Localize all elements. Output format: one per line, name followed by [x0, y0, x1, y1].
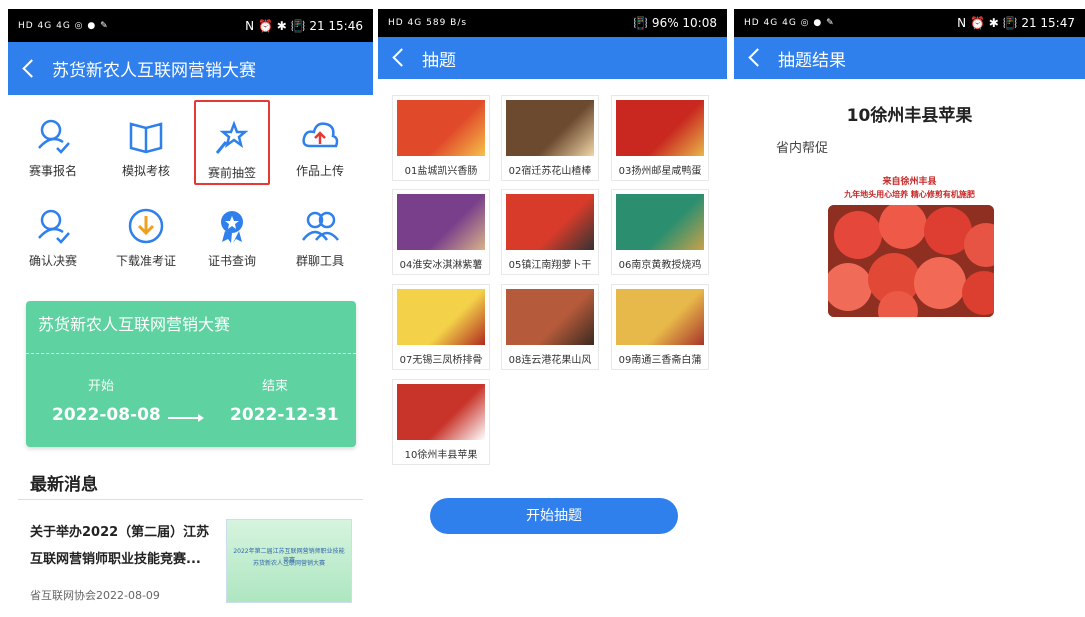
- back-arrow-icon[interactable]: [390, 48, 410, 68]
- grid-item-certificate[interactable]: 证书查询: [194, 190, 270, 275]
- apple-product-image: [828, 205, 994, 317]
- product-card[interactable]: 07无锡三凤桥排骨: [392, 284, 490, 370]
- product-image: [616, 100, 704, 156]
- product-card[interactable]: 06南京黄教授烧鸡: [611, 189, 709, 275]
- news-item-title[interactable]: 关于举办2022（第二届）江苏互联网营销师职业技能竞赛...: [30, 519, 220, 573]
- status-bar: HD 4G 4G ◎ ● ✎ N ⏰ ✱ 📳 21 15:46: [8, 9, 373, 42]
- product-card[interactable]: 02宿迁苏花山楂棒: [501, 95, 599, 181]
- grid-item-label: 模拟考核: [121, 164, 170, 178]
- grid-item-signup[interactable]: 赛事报名: [13, 100, 93, 185]
- page-title: 苏货新农人互联网营销大赛: [52, 61, 256, 81]
- grid-item-upload[interactable]: 作品上传: [280, 100, 360, 185]
- divider: [18, 499, 363, 500]
- status-right: N ⏰ ✱ 📳 21 15:47: [957, 16, 1075, 30]
- status-bar: HD 4G 589 B/s 📳 96% 10:08: [378, 9, 727, 37]
- product-card[interactable]: 10徐州丰县苹果: [392, 379, 490, 465]
- grid-item-label: 确认决赛: [28, 254, 77, 268]
- product-label: 04淮安冰淇淋紫薯: [399, 260, 483, 271]
- phone-screen-2: HD 4G 589 B/s 📳 96% 10:08 抽题 01盐城凯兴香肠 02宿…: [378, 9, 727, 617]
- product-card[interactable]: 04淮安冰淇淋紫薯: [392, 189, 490, 275]
- product-label: 08连云港花果山风: [508, 355, 592, 366]
- users-icon: [302, 211, 339, 241]
- product-caption: 九年地头用心培养 精心修剪有机施肥: [844, 190, 975, 199]
- award-icon: [221, 211, 243, 243]
- thumbnail-text: 苏货新农人互联网营销大赛: [252, 560, 325, 567]
- start-label: 开始: [88, 379, 115, 394]
- page-title: 抽题: [422, 50, 456, 71]
- grid-item-mock-exam[interactable]: 模拟考核: [106, 100, 186, 185]
- grid-item-confirm-final[interactable]: 确认决赛: [13, 190, 93, 275]
- product-image: [506, 194, 594, 250]
- product-image: [397, 384, 485, 440]
- status-right: 📳 96% 10:08: [633, 16, 717, 30]
- product-image: [397, 100, 485, 156]
- phone-screen-1: HD 4G 4G ◎ ● ✎ N ⏰ ✱ 📳 21 15:46 苏货新农人互联网…: [8, 9, 373, 617]
- user-confirm-icon: [38, 209, 70, 244]
- user-check-icon: [38, 119, 70, 154]
- grid-item-label: 下载准考证: [115, 254, 176, 268]
- product-label: 07无锡三凤桥排骨: [399, 355, 483, 366]
- grid-item-download-ticket[interactable]: 下载准考证: [106, 190, 186, 275]
- news-heading: 最新消息: [30, 475, 98, 495]
- start-date: 2022-08-08: [52, 405, 161, 425]
- product-label: 03扬州邮星咸鸭蛋: [618, 166, 702, 177]
- product-label: 05镇江南翔萝卜干: [508, 260, 592, 271]
- banner-title: 苏货新农人互联网营销大赛: [38, 315, 231, 334]
- banner-divider: [26, 353, 356, 354]
- status-bar: HD 4G 4G ◎ ● ✎ N ⏰ ✱ 📳 21 15:47: [734, 9, 1085, 37]
- product-image: [506, 289, 594, 345]
- back-arrow-icon[interactable]: [746, 48, 766, 68]
- magic-wand-icon: [215, 120, 249, 154]
- product-card[interactable]: 03扬州邮星咸鸭蛋: [611, 95, 709, 181]
- start-draw-button[interactable]: 开始抽题: [430, 498, 678, 534]
- grid-item-label: 赛前抽签: [207, 166, 256, 180]
- product-label: 06南京黄教授烧鸡: [618, 260, 702, 271]
- status-left: HD 4G 589 B/s: [388, 18, 468, 28]
- grid-item-group-chat[interactable]: 群聊工具: [280, 190, 360, 275]
- status-right: N ⏰ ✱ 📳 21 15:46: [245, 18, 363, 33]
- title-bar: 抽题: [378, 37, 727, 79]
- product-image: [397, 194, 485, 250]
- phone-screen-3: HD 4G 4G ◎ ● ✎ N ⏰ ✱ 📳 21 15:47 抽题结果 10徐…: [734, 9, 1085, 617]
- grid-item-label: 作品上传: [295, 164, 344, 178]
- grid-item-label: 赛事报名: [28, 164, 77, 178]
- product-image: [506, 100, 594, 156]
- product-label: 09南通三香斋白蒲: [618, 355, 702, 366]
- book-icon: [129, 122, 163, 154]
- download-icon: [128, 208, 164, 244]
- status-left: HD 4G 4G ◎ ● ✎: [18, 20, 109, 31]
- result-subtitle: 省内帮促: [776, 141, 829, 156]
- product-card[interactable]: 01盐城凯兴香肠: [392, 95, 490, 181]
- product-label: 10徐州丰县苹果: [404, 450, 478, 461]
- product-card[interactable]: 08连云港花果山风: [501, 284, 599, 370]
- contest-banner[interactable]: 苏货新农人互联网营销大赛 开始 结束 2022-08-08 2022-12-31: [26, 301, 356, 447]
- news-thumbnail[interactable]: 2022年第二届江苏互联网营销师职业技能竞赛 苏货新农人互联网营销大赛: [226, 519, 352, 603]
- end-date: 2022-12-31: [230, 405, 339, 425]
- product-card[interactable]: 05镇江南翔萝卜干: [501, 189, 599, 275]
- title-bar: 抽题结果: [734, 37, 1085, 79]
- product-card[interactable]: 09南通三香斋白蒲: [611, 284, 709, 370]
- cloud-upload-icon: [302, 122, 339, 148]
- product-caption: 来自徐州丰县: [882, 177, 937, 187]
- product-label: 02宿迁苏花山楂棒: [508, 166, 592, 177]
- grid-item-label: 群聊工具: [295, 254, 344, 268]
- title-bar: 苏货新农人互联网营销大赛: [8, 42, 373, 95]
- product-image: [616, 194, 704, 250]
- news-item-meta: 省互联网协会2022-08-09: [30, 589, 160, 602]
- end-label: 结束: [262, 379, 289, 394]
- grid-item-draw-lots[interactable]: 赛前抽签: [194, 100, 270, 185]
- status-left: HD 4G 4G ◎ ● ✎: [744, 18, 835, 28]
- grid-item-label: 证书查询: [207, 254, 256, 268]
- page-title: 抽题结果: [778, 50, 846, 71]
- product-image: [397, 289, 485, 345]
- arrow-right-icon: [168, 414, 204, 422]
- product-image: [616, 289, 704, 345]
- product-label: 01盐城凯兴香肠: [404, 166, 478, 177]
- result-title: 10徐州丰县苹果: [846, 106, 973, 126]
- back-arrow-icon[interactable]: [20, 59, 40, 79]
- feature-grid: 赛事报名 模拟考核 赛前抽签 作品上传 确认决赛 下载准考证 证书查询 群聊工具: [8, 95, 373, 280]
